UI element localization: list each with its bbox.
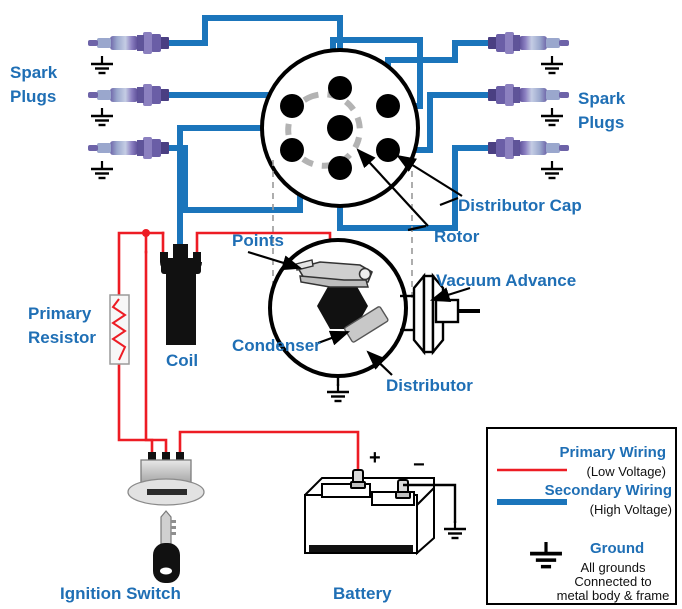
label-points: Points bbox=[232, 231, 284, 250]
label-battery-positive: + bbox=[369, 447, 381, 469]
wire-coil-low-to-switch bbox=[144, 250, 168, 457]
legend-ground-note-2: Connected to bbox=[574, 574, 651, 589]
label-primary-resistor-line1: Primary bbox=[28, 304, 92, 323]
label-spark-plugs-left-line1: Spark bbox=[10, 63, 58, 82]
legend-ground-title: Ground bbox=[590, 540, 644, 557]
legend-ground-note-3: metal body & frame bbox=[557, 588, 670, 603]
label-ignition-switch: Ignition Switch bbox=[60, 584, 181, 603]
label-condenser: Condenser bbox=[232, 336, 321, 355]
spark-plug-right-1[interactable] bbox=[488, 32, 569, 75]
diagram-canvas: Spark Plugs Spark Plugs Distributor Cap … bbox=[10, 15, 677, 605]
ignition-switch[interactable] bbox=[127, 452, 205, 583]
label-spark-plugs-right-line2: Plugs bbox=[578, 113, 624, 132]
label-primary-resistor-line2: Resistor bbox=[28, 328, 96, 347]
spark-plug-left-1[interactable] bbox=[88, 32, 169, 75]
label-vacuum-advance: Vacuum Advance bbox=[436, 271, 576, 290]
primary-resistor[interactable] bbox=[109, 294, 130, 365]
label-rotor: Rotor bbox=[434, 227, 480, 246]
distributor-cap[interactable] bbox=[260, 48, 420, 208]
label-distributor: Distributor bbox=[386, 376, 473, 395]
cap-terminal-lower-left[interactable] bbox=[280, 138, 304, 162]
label-spark-plugs-right-line1: Spark bbox=[578, 89, 626, 108]
legend-primary-title: Primary Wiring bbox=[559, 444, 666, 461]
spark-plug-left-2[interactable] bbox=[88, 84, 169, 127]
primary-junction-dot bbox=[142, 229, 150, 237]
ignition-coil[interactable] bbox=[160, 244, 202, 345]
legend-ground-note-1: All grounds bbox=[580, 560, 646, 575]
battery-icon[interactable] bbox=[304, 469, 435, 556]
distributor-ground-icon bbox=[325, 382, 351, 403]
cap-terminal-upper-right[interactable] bbox=[376, 94, 400, 118]
label-battery-negative: − bbox=[413, 454, 425, 476]
wire-resistor-to-coil-left bbox=[117, 231, 165, 297]
legend-primary-sub: (Low Voltage) bbox=[587, 464, 667, 479]
wire-switch-to-battery-positive bbox=[178, 430, 360, 472]
legend-secondary-sub: (High Voltage) bbox=[590, 502, 672, 517]
label-coil: Coil bbox=[166, 351, 198, 370]
label-battery: Battery bbox=[333, 584, 392, 603]
cap-terminal-upper-left[interactable] bbox=[280, 94, 304, 118]
cap-terminal-center[interactable] bbox=[327, 115, 353, 141]
key-icon[interactable] bbox=[153, 510, 180, 583]
spark-plug-left-3[interactable] bbox=[88, 137, 169, 180]
cap-terminal-top[interactable] bbox=[328, 76, 352, 100]
spark-plug-right-3[interactable] bbox=[488, 137, 569, 180]
ignition-wiring-diagram: Spark Plugs Spark Plugs Distributor Cap … bbox=[0, 0, 682, 609]
cap-terminal-lower-right[interactable] bbox=[376, 138, 400, 162]
legend-secondary-title: Secondary Wiring bbox=[545, 482, 672, 499]
label-distributor-cap: Distributor Cap bbox=[458, 196, 582, 215]
battery-ground-icon bbox=[442, 519, 468, 540]
legend: Primary Wiring (Low Voltage) Secondary W… bbox=[486, 427, 677, 605]
cap-terminal-bottom[interactable] bbox=[328, 156, 352, 180]
spark-plug-right-2[interactable] bbox=[488, 84, 569, 127]
label-spark-plugs-left-line2: Plugs bbox=[10, 87, 56, 106]
